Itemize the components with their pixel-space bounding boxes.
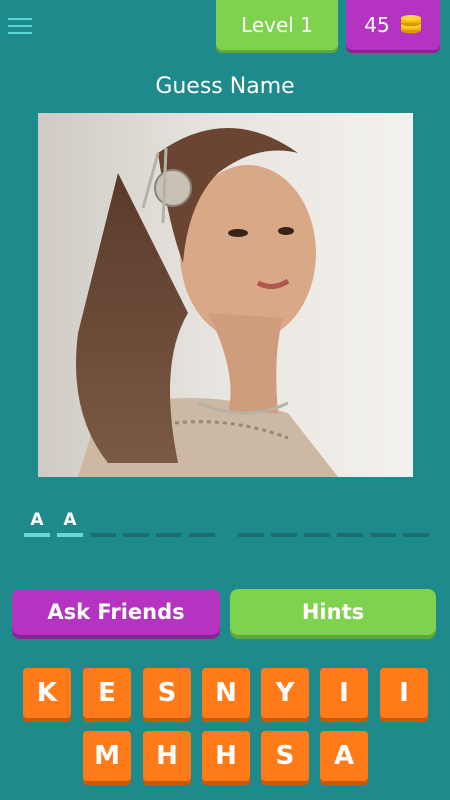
letter-key[interactable]: H — [202, 731, 250, 781]
level-label: Level 1 — [241, 13, 313, 37]
letter-key[interactable]: A — [320, 731, 368, 781]
quiz-screen: Level 1 45 Guess Name A A Ask Friends Hi… — [0, 0, 450, 800]
hamburger-menu-icon[interactable] — [8, 12, 36, 40]
answer-slot[interactable] — [370, 505, 396, 537]
page-title: Guess Name — [155, 74, 295, 99]
coin-stack-icon — [400, 15, 421, 34]
answer-slot[interactable] — [271, 505, 297, 537]
letter-key[interactable]: M — [83, 731, 131, 781]
hints-label: Hints — [301, 600, 365, 624]
letter-key[interactable]: H — [143, 731, 191, 781]
letter-key[interactable]: Y — [261, 668, 309, 718]
ask-friends-button[interactable]: Ask Friends — [12, 589, 220, 635]
answer-slot[interactable] — [403, 505, 429, 537]
answer-slot[interactable] — [238, 505, 264, 537]
answer-slot[interactable]: A — [24, 505, 50, 537]
answer-slots: A A — [0, 505, 450, 545]
portrait-illustration — [38, 113, 413, 477]
letter-key[interactable]: N — [202, 668, 250, 718]
hints-button[interactable]: Hints — [230, 589, 436, 635]
coins-count: 45 — [364, 13, 390, 37]
answer-slot[interactable]: A — [57, 505, 83, 537]
ask-friends-label: Ask Friends — [47, 600, 185, 624]
letter-key[interactable]: S — [143, 668, 191, 718]
answer-slot[interactable] — [90, 505, 116, 537]
letter-key[interactable]: S — [261, 731, 309, 781]
letter-key[interactable]: I — [320, 668, 368, 718]
letter-key[interactable]: E — [83, 668, 131, 718]
coins-badge[interactable]: 45 — [346, 0, 440, 50]
answer-slot[interactable] — [189, 505, 215, 537]
celebrity-photo — [38, 113, 413, 477]
answer-slot[interactable] — [337, 505, 363, 537]
letter-key[interactable]: K — [23, 668, 71, 718]
answer-slot[interactable] — [304, 505, 330, 537]
letter-key[interactable]: I — [380, 668, 428, 718]
level-badge: Level 1 — [216, 0, 338, 50]
answer-slot[interactable] — [123, 505, 149, 537]
answer-slot[interactable] — [156, 505, 182, 537]
